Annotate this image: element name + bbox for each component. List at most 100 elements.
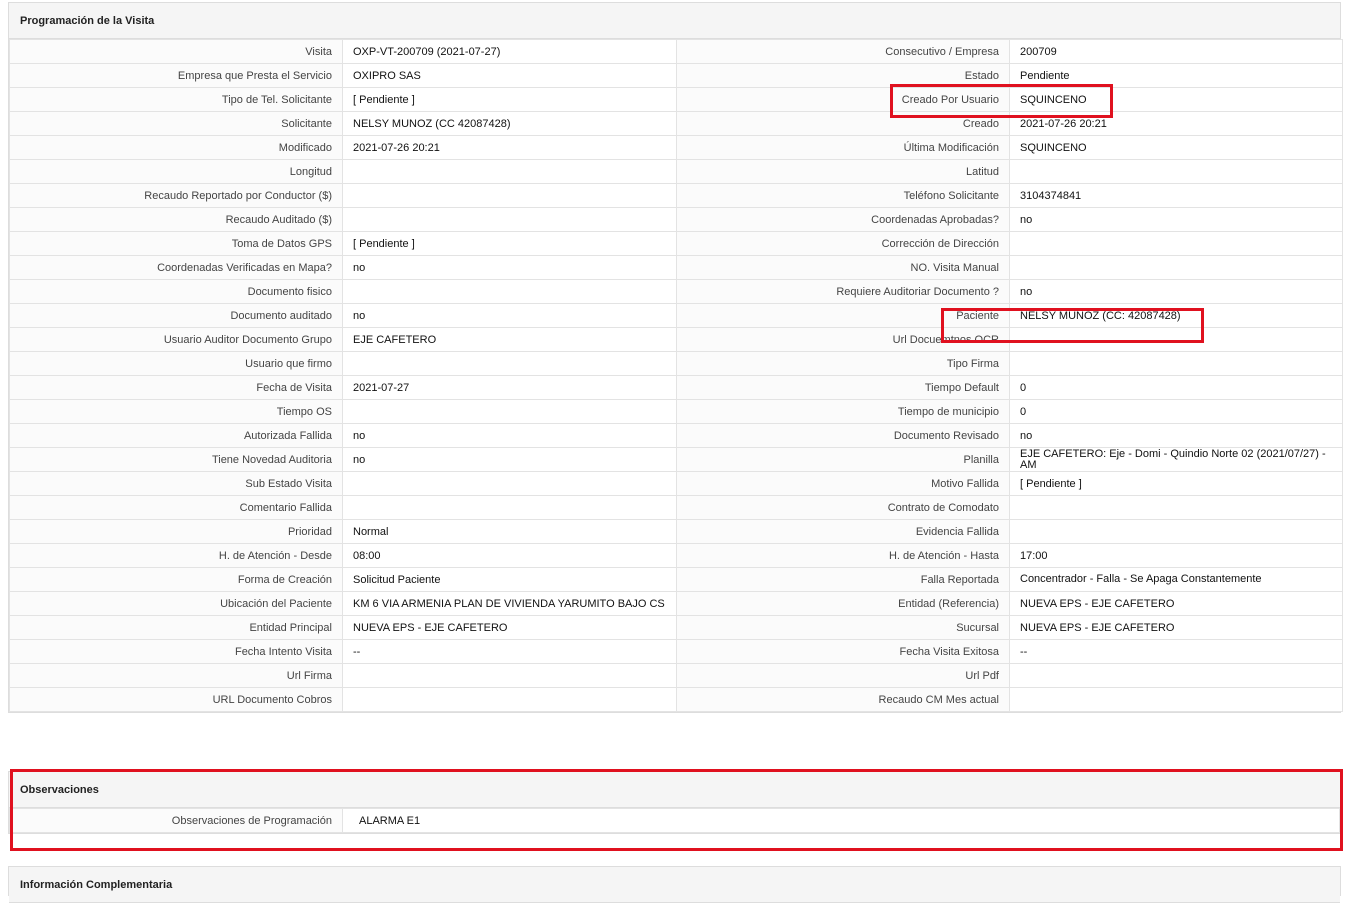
field-value: [ Pendiente ] — [342, 231, 677, 256]
field-label: NO. Visita Manual — [676, 255, 1010, 280]
field-value: NELSY MUNOZ (CC: 42087428) — [1009, 303, 1343, 328]
field-value: [ Pendiente ] — [342, 87, 677, 112]
field-value: no — [342, 423, 677, 448]
programacion-table: Visita OXP-VT-200709 (2021-07-27) Consecut… — [9, 39, 1343, 712]
field-value — [1009, 255, 1343, 280]
field-value: 3104374841 — [1009, 183, 1343, 208]
table-row: Recaudo Auditado ($) Coordenadas Aprobada… — [9, 207, 1343, 232]
table-row: Visita OXP-VT-200709 (2021-07-27) Consecut… — [9, 39, 1343, 64]
observaciones-title: Observaciones — [9, 772, 1340, 808]
field-value: NUEVA EPS - EJE CAFETERO — [1009, 615, 1343, 640]
field-value: 2021-07-27 — [342, 375, 677, 400]
field-label: Sucursal — [676, 615, 1010, 640]
field-label: Documento auditado — [9, 303, 343, 328]
table-row: Documento fisico Requiere Auditoriar Docu… — [9, 279, 1343, 304]
programacion-panel: Programación de la Visita Visita OXP-VT-2… — [8, 2, 1343, 713]
field-value: no — [342, 255, 677, 280]
table-row: Prioridad Normal Evidencia Fallida — [9, 519, 1343, 544]
field-label: Tiempo de municipio — [676, 399, 1010, 424]
table-row: Toma de Datos GPS[ Pendiente ] Corrección… — [9, 231, 1343, 256]
field-value — [342, 207, 677, 232]
field-label: Coordenadas Verificadas en Mapa? — [9, 255, 343, 280]
field-value — [342, 183, 677, 208]
field-value: EJE CAFETERO — [342, 327, 677, 352]
table-row: Tipo de Tel. Solicitante[ Pendiente ] Cre… — [9, 87, 1343, 112]
field-value: no — [1009, 279, 1343, 304]
field-value — [342, 471, 677, 496]
field-label: Latitud — [676, 159, 1010, 184]
field-value: no — [342, 447, 677, 472]
field-value: NELSY MUNOZ (CC 42087428) — [342, 111, 677, 136]
field-label: Fecha Intento Visita — [9, 639, 343, 664]
field-value: Pendiente — [1009, 63, 1343, 88]
field-value — [1009, 495, 1343, 520]
field-value: 0 — [1009, 399, 1343, 424]
field-label: Recaudo Reportado por Conductor ($) — [9, 183, 343, 208]
field-label: Coordenadas Aprobadas? — [676, 207, 1010, 232]
programacion-title: Programación de la Visita — [9, 3, 1340, 39]
table-row: Forma de Creación Solicitud Paciente Falla… — [9, 567, 1343, 592]
field-label: Usuario Auditor Documento Grupo — [9, 327, 343, 352]
field-label: H. de Atención - Hasta — [676, 543, 1010, 568]
field-label: Empresa que Presta el Servicio — [9, 63, 343, 88]
field-value: -- — [342, 639, 677, 664]
field-value: 0 — [1009, 375, 1343, 400]
complementaria-panel: Información Complementaria — [8, 866, 1341, 903]
field-value — [1009, 327, 1343, 352]
field-label: Longitud — [9, 159, 343, 184]
observaciones-value: ALARMA E1 — [342, 808, 1340, 833]
observaciones-table: Observaciones de Programación ALARMA E1 — [9, 808, 1340, 833]
table-row: Ubicación del Paciente KM 6 VIA ARMENIA P… — [9, 591, 1343, 616]
field-value — [342, 279, 677, 304]
field-label: Tiempo OS — [9, 399, 343, 424]
field-value — [342, 663, 677, 688]
table-row: Modificado 2021-07-26 20:21 Última Modific… — [9, 135, 1343, 160]
field-label: Documento fisico — [9, 279, 343, 304]
field-label: Planilla — [676, 447, 1010, 472]
field-value — [342, 399, 677, 424]
field-label: Entidad (Referencia) — [676, 591, 1010, 616]
field-label: Requiere Auditoriar Documento ? — [676, 279, 1010, 304]
field-label: H. de Atención - Desde — [9, 543, 343, 568]
field-label: Tiempo Default — [676, 375, 1010, 400]
complementaria-title: Información Complementaria — [9, 867, 1340, 903]
field-label: Prioridad — [9, 519, 343, 544]
field-label: Corrección de Dirección — [676, 231, 1010, 256]
field-value: SQUINCENO — [1009, 135, 1343, 160]
field-label: Teléfono Solicitante — [676, 183, 1010, 208]
field-label: Contrato de Comodato — [676, 495, 1010, 520]
field-value: OXP-VT-200709 (2021-07-27) — [342, 39, 677, 64]
table-row: Observaciones de Programación ALARMA E1 — [9, 808, 1340, 833]
table-row: Usuario que firmo Tipo Firma — [9, 351, 1343, 376]
field-value — [1009, 687, 1343, 712]
field-label: Ubicación del Paciente — [9, 591, 343, 616]
table-row: Documento auditado no Paciente NELSY MUNOZ… — [9, 303, 1343, 328]
field-value: NUEVA EPS - EJE CAFETERO — [342, 615, 677, 640]
field-value: [ Pendiente ] — [1009, 471, 1343, 496]
table-row: URL Documento Cobros Recaudo CM Mes actua… — [9, 687, 1343, 712]
field-value — [1009, 663, 1343, 688]
field-value: KM 6 VIA ARMENIA PLAN DE VIVIENDA YARUMI… — [342, 591, 677, 616]
field-value: Normal — [342, 519, 677, 544]
field-value — [342, 495, 677, 520]
field-label: Recaudo CM Mes actual — [676, 687, 1010, 712]
field-label: Fecha de Visita — [9, 375, 343, 400]
table-row: Fecha Intento Visita -- Fecha Visita Exit… — [9, 639, 1343, 664]
field-value — [1009, 231, 1343, 256]
table-row: Fecha de Visita 2021-07-27 Tiempo Default… — [9, 375, 1343, 400]
field-label: Creado Por Usuario — [676, 87, 1010, 112]
field-label: Url Firma — [9, 663, 343, 688]
field-value — [1009, 351, 1343, 376]
field-value: no — [1009, 423, 1343, 448]
field-value: Concentrador - Falla - Se Apaga Constant… — [1009, 567, 1343, 592]
field-value — [1009, 519, 1343, 544]
field-label: Usuario que firmo — [9, 351, 343, 376]
field-value — [1009, 159, 1343, 184]
field-label: Modificado — [9, 135, 343, 160]
field-label: Tiene Novedad Auditoria — [9, 447, 343, 472]
table-row: Comentario Fallida Contrato de Comodato — [9, 495, 1343, 520]
field-value: Solicitud Paciente — [342, 567, 677, 592]
field-label: Paciente — [676, 303, 1010, 328]
field-label: Solicitante — [9, 111, 343, 136]
field-label: Url Docuemtnos OCR — [676, 327, 1010, 352]
